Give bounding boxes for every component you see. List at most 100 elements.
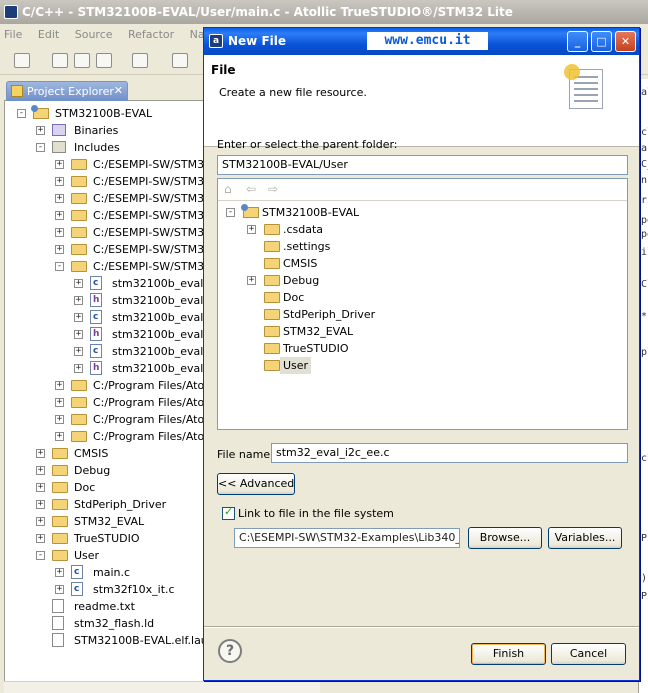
folder-tree-item[interactable]: - STM32100B-EVAL	[218, 204, 627, 221]
expand-icon[interactable]: +	[247, 276, 256, 285]
project-tree-item-label: Debug	[74, 464, 111, 477]
expand-icon[interactable]: +	[55, 585, 64, 594]
expand-icon[interactable]: +	[55, 432, 64, 441]
collapse-icon[interactable]: -	[226, 208, 235, 217]
expand-icon[interactable]: +	[55, 228, 64, 237]
c-file-icon	[90, 309, 102, 326]
expand-icon[interactable]: +	[36, 483, 45, 492]
expand-icon[interactable]: +	[74, 330, 83, 339]
finish-button[interactable]: Finish	[471, 643, 546, 665]
project-tree-item-label: User	[74, 549, 100, 562]
link-path-input[interactable]: C:\ESEMPI-SW\STM32-Examples\Lib340_IO-	[234, 528, 460, 548]
folder-icon	[71, 159, 87, 170]
folder-tree-item[interactable]: + Debug	[218, 272, 627, 289]
dialog-header: File Create a new file resource.	[204, 55, 639, 147]
project-tree-item-label: Binaries	[74, 124, 119, 137]
link-checkbox[interactable]	[222, 505, 235, 520]
cancel-button[interactable]: Cancel	[551, 643, 626, 665]
back-icon[interactable]: ⇦	[246, 183, 260, 196]
h-file-icon	[90, 360, 102, 377]
project-icon	[241, 204, 259, 218]
collapse-icon[interactable]: -	[36, 143, 45, 152]
folder-tree-item[interactable]: TrueSTUDIO	[218, 340, 627, 357]
folder-tree-item[interactable]: STM32_EVAL	[218, 323, 627, 340]
menu-source[interactable]: Source	[75, 28, 113, 41]
advanced-button[interactable]: << Advanced	[217, 473, 295, 495]
browse-button[interactable]: Browse...	[468, 527, 542, 549]
project-explorer-icon	[11, 85, 23, 97]
expand-icon[interactable]: +	[55, 245, 64, 254]
menu-edit[interactable]: Edit	[38, 28, 59, 41]
collapse-icon[interactable]: -	[17, 109, 26, 118]
h-file-icon	[90, 292, 102, 309]
expand-icon[interactable]: +	[36, 500, 45, 509]
folder-tree-item[interactable]: .settings	[218, 238, 627, 255]
c-file-icon	[71, 581, 83, 598]
tab-project-explorer[interactable]: Project Explorer ✕	[6, 81, 128, 101]
expand-icon[interactable]: +	[55, 160, 64, 169]
folder-icon	[71, 227, 87, 238]
minimize-icon[interactable]: _	[567, 31, 588, 52]
folder-icon	[52, 482, 68, 493]
help-icon[interactable]: ?	[218, 639, 242, 663]
project-tree-item-label: TrueSTUDIO	[74, 532, 140, 545]
collapse-icon[interactable]: -	[55, 262, 64, 271]
expand-icon[interactable]: +	[74, 296, 83, 305]
folder-tree-item[interactable]: StdPeriph_Driver	[218, 306, 627, 323]
close-icon[interactable]: ✕	[615, 31, 636, 52]
print-icon[interactable]	[96, 53, 112, 68]
home-icon[interactable]: ⌂	[224, 183, 238, 196]
maximize-icon[interactable]: □	[591, 31, 612, 52]
expand-icon[interactable]: +	[74, 347, 83, 356]
folder-tree-item[interactable]: CMSIS	[218, 255, 627, 272]
folder-tree-item[interactable]: + .csdata	[218, 221, 627, 238]
folder-icon	[71, 261, 87, 272]
expand-icon[interactable]: +	[55, 194, 64, 203]
parent-folder-input[interactable]: STM32100B-EVAL/User	[217, 155, 628, 175]
expand-icon[interactable]: +	[36, 466, 45, 475]
expand-icon[interactable]: +	[55, 415, 64, 424]
dialog-title-bar[interactable]: a New File www.emcu.it _ □ ✕	[204, 28, 639, 55]
save-all-icon[interactable]	[74, 53, 90, 68]
project-tree-item-label: STM32_EVAL	[74, 515, 145, 528]
expand-icon[interactable]: +	[36, 449, 45, 458]
expand-icon[interactable]: +	[74, 313, 83, 322]
horizontal-scrollbar[interactable]	[4, 681, 320, 693]
project-tree-item-label: stm32100b_eval.c	[112, 345, 213, 358]
build-icon[interactable]	[172, 53, 188, 68]
file-name-label: File name:	[217, 448, 274, 461]
project-icon	[31, 105, 49, 119]
expand-icon[interactable]: +	[55, 398, 64, 407]
expand-icon[interactable]: +	[36, 534, 45, 543]
close-icon[interactable]: ✕	[114, 84, 123, 97]
project-tree-item-label: StdPeriph_Driver	[74, 498, 167, 511]
menu-refactor[interactable]: Refactor	[128, 28, 174, 41]
expand-icon[interactable]: +	[55, 177, 64, 186]
expand-icon[interactable]: +	[36, 517, 45, 526]
expand-icon[interactable]: +	[55, 568, 64, 577]
folder-tree-item[interactable]: User	[218, 357, 627, 374]
variables-button[interactable]: Variables...	[548, 527, 622, 549]
forward-icon[interactable]: ⇨	[268, 183, 282, 196]
folder-tree[interactable]: ⌂ ⇦ ⇨ - STM32100B-EVAL + .csdata .settings CM…	[217, 178, 628, 430]
tab-label: Project Explorer	[27, 85, 114, 98]
folder-tree-item[interactable]: Doc	[218, 289, 627, 306]
expand-icon[interactable]: +	[55, 211, 64, 220]
file-name-input[interactable]: stm32_eval_i2c_ee.c	[271, 443, 628, 463]
expand-icon[interactable]: +	[74, 279, 83, 288]
collapse-icon[interactable]: -	[36, 551, 45, 560]
project-tree-item-label: main.c	[93, 566, 131, 579]
folder-icon	[264, 292, 280, 303]
expand-icon[interactable]: +	[55, 381, 64, 390]
expand-icon[interactable]: +	[74, 364, 83, 373]
expand-icon[interactable]: +	[36, 126, 45, 135]
expand-icon[interactable]: +	[247, 225, 256, 234]
header-title: File	[211, 63, 236, 77]
folder-icon	[71, 176, 87, 187]
save-icon[interactable]	[52, 53, 68, 68]
folder-tree-item-label: STM32100B-EVAL	[262, 206, 360, 219]
new-icon[interactable]	[14, 53, 30, 68]
binary-icon[interactable]	[132, 53, 148, 68]
menu-file[interactable]: File	[4, 28, 22, 41]
folder-icon	[52, 499, 68, 510]
